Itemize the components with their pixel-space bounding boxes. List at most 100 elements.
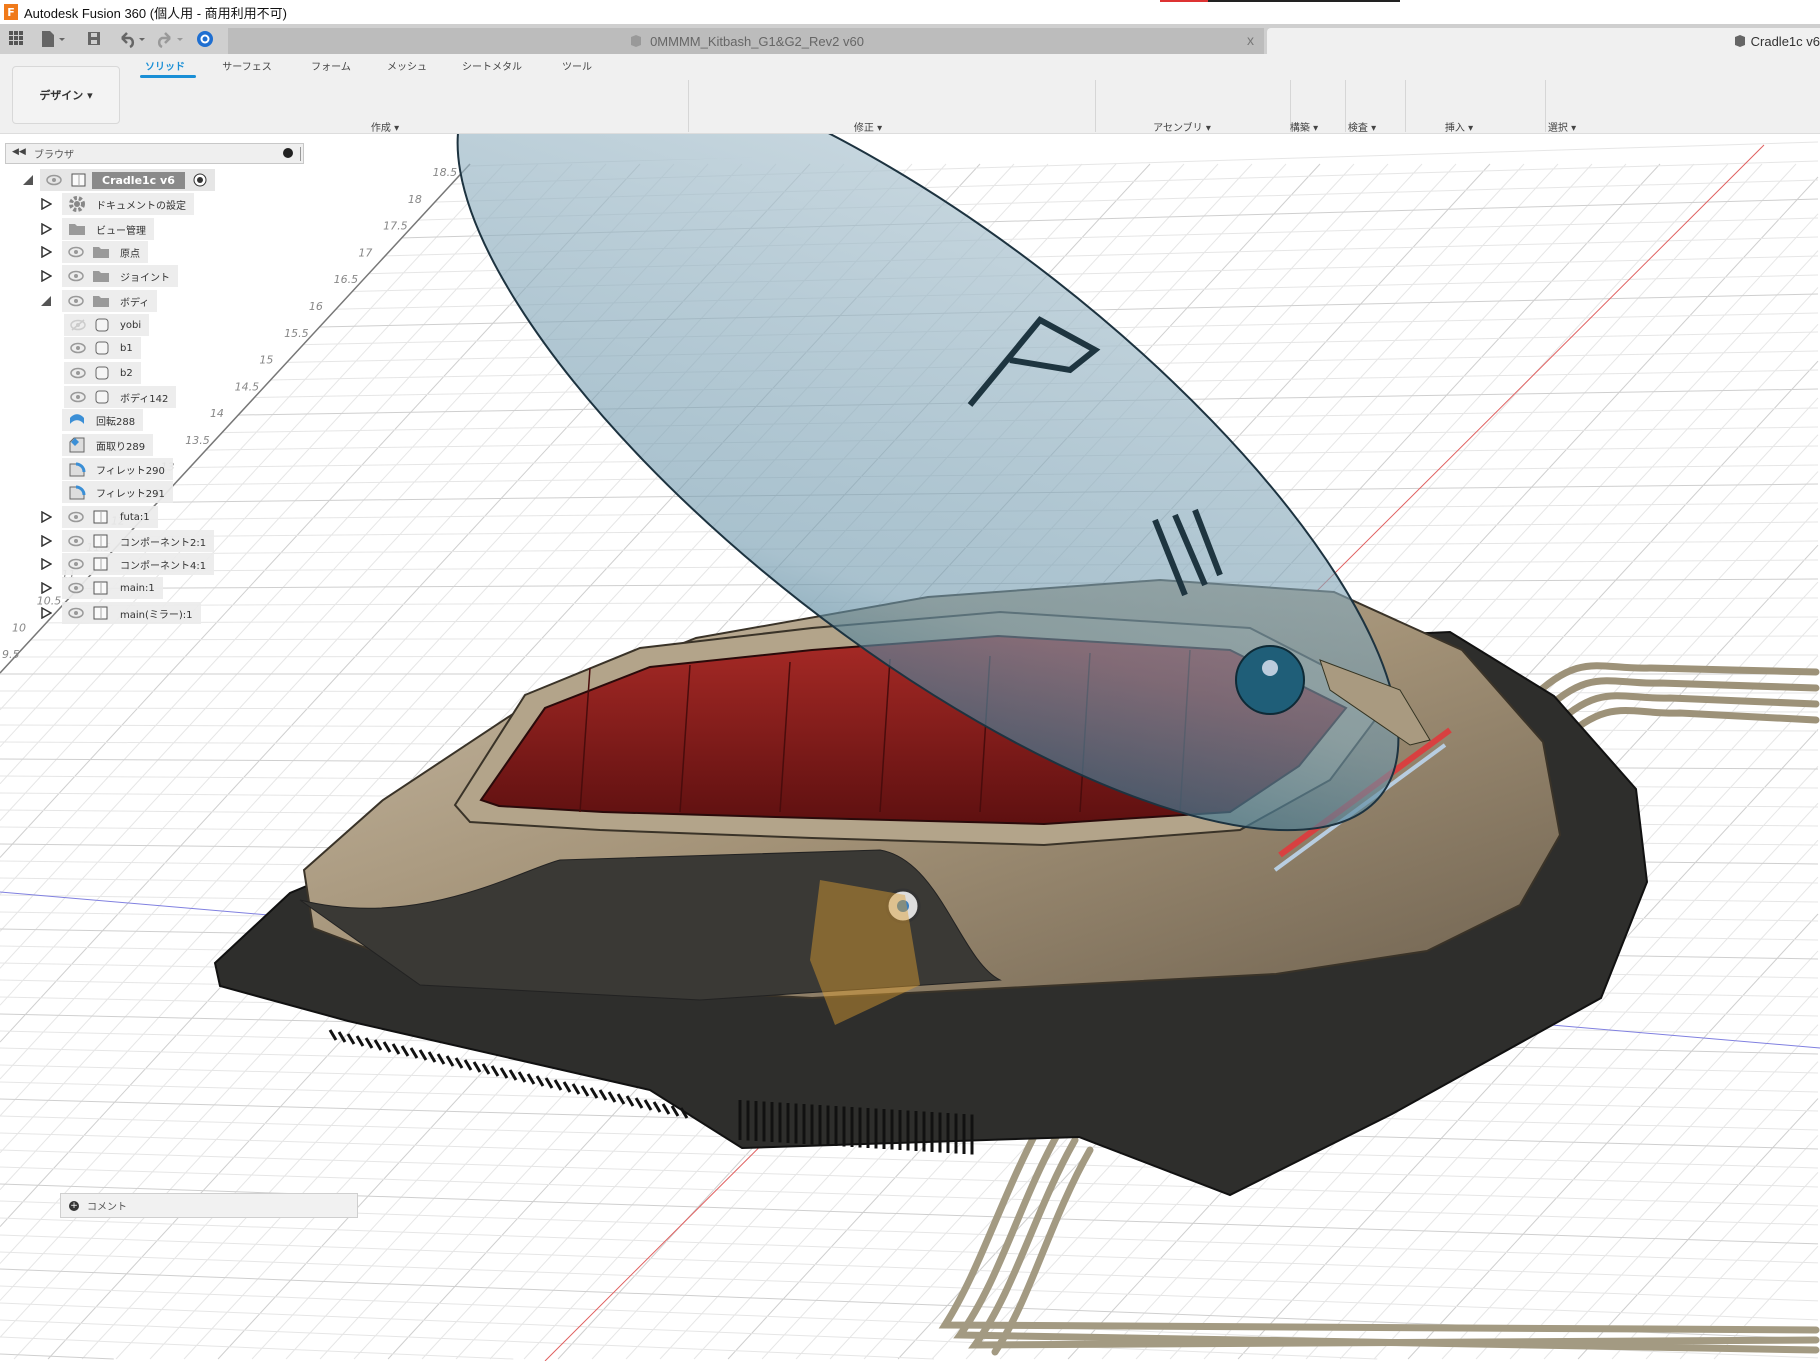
browser-item[interactable]: yobi bbox=[0, 314, 300, 336]
group-menu-5[interactable]: 挿入 ▾ bbox=[1445, 119, 1473, 134]
eye-icon[interactable] bbox=[68, 582, 84, 594]
expand-arrow-icon[interactable] bbox=[40, 269, 53, 283]
eye-icon[interactable] bbox=[70, 367, 86, 379]
fillet-icon[interactable] bbox=[704, 80, 740, 116]
redo-icon[interactable] bbox=[156, 30, 186, 48]
job-status-icon[interactable] bbox=[196, 30, 214, 48]
browser-item-content[interactable]: Cradle1c v6 bbox=[40, 169, 215, 191]
browser-item-content[interactable]: main(ミラー):1 bbox=[62, 602, 201, 624]
undo-icon[interactable] bbox=[118, 30, 148, 48]
emboss-icon[interactable] bbox=[435, 80, 471, 116]
expand-arrow-icon[interactable] bbox=[40, 581, 53, 595]
group-menu-4[interactable]: 検査 ▾ bbox=[1348, 119, 1376, 134]
add-comment-icon[interactable]: + bbox=[69, 1200, 79, 1211]
expand-arrow-icon[interactable] bbox=[40, 197, 53, 211]
eye-icon[interactable] bbox=[68, 246, 84, 258]
loft-icon[interactable] bbox=[306, 80, 342, 116]
browser-item-content[interactable]: ジョイント bbox=[62, 265, 178, 287]
browser-item[interactable]: ボディ142 bbox=[0, 386, 300, 408]
move-icon[interactable] bbox=[877, 80, 913, 116]
minimize-panel-icon[interactable] bbox=[283, 148, 293, 158]
tab-0[interactable]: ソリッド bbox=[145, 58, 185, 73]
group-menu-1[interactable]: 修正 ▾ bbox=[854, 119, 882, 134]
group-menu-6[interactable]: 選択 ▾ bbox=[1548, 119, 1576, 134]
browser-item[interactable]: ボディ bbox=[0, 290, 300, 312]
as-built-joint-icon[interactable] bbox=[1188, 80, 1224, 116]
tab-5[interactable]: ツール bbox=[562, 58, 592, 73]
browser-item[interactable]: 原点 bbox=[0, 241, 300, 263]
browser-item[interactable]: コンポーネント2:1 bbox=[0, 530, 300, 552]
align-icon[interactable] bbox=[920, 80, 956, 116]
select-icon[interactable] bbox=[1545, 80, 1581, 116]
tab-2[interactable]: フォーム bbox=[311, 58, 351, 73]
eye-icon[interactable] bbox=[68, 535, 84, 547]
expand-arrow-icon[interactable] bbox=[40, 510, 53, 524]
comment-panel[interactable]: + コメント bbox=[60, 1193, 358, 1218]
browser-item[interactable]: main(ミラー):1 bbox=[0, 602, 300, 624]
shell-icon[interactable] bbox=[790, 80, 826, 116]
decal-icon[interactable] bbox=[1447, 80, 1483, 116]
draft-icon[interactable] bbox=[834, 80, 870, 116]
browser-item[interactable]: futa:1 bbox=[0, 506, 300, 528]
eye-icon[interactable] bbox=[68, 295, 84, 307]
save-icon[interactable] bbox=[86, 30, 102, 48]
tab-3[interactable]: メッシュ bbox=[387, 58, 427, 73]
tab-1[interactable]: サーフェス bbox=[222, 58, 271, 73]
new-sketch-icon[interactable] bbox=[133, 80, 169, 116]
joint-icon[interactable] bbox=[1144, 80, 1180, 116]
extrude-icon[interactable] bbox=[176, 80, 212, 116]
eye-icon[interactable] bbox=[70, 391, 86, 403]
browser-item-content[interactable]: コンポーネント2:1 bbox=[62, 530, 215, 552]
collapse-arrow-icon[interactable] bbox=[22, 174, 34, 186]
browser-item[interactable]: b1 bbox=[0, 337, 300, 359]
browser-item-content[interactable]: ビュー管理 bbox=[62, 218, 154, 240]
close-tab-icon[interactable]: x bbox=[1247, 32, 1254, 48]
collapse-panel-icon[interactable]: ◀◀ bbox=[12, 147, 26, 157]
browser-item[interactable]: main:1 bbox=[0, 577, 300, 599]
expand-arrow-icon[interactable] bbox=[40, 557, 53, 571]
browser-item[interactable]: コンポーネント4:1 bbox=[0, 553, 300, 575]
browser-item[interactable]: ジョイント bbox=[0, 265, 300, 287]
browser-item[interactable]: フィレット291 bbox=[0, 481, 300, 503]
new-component-icon[interactable] bbox=[1100, 80, 1136, 116]
group-menu-2[interactable]: アセンブリ ▾ bbox=[1153, 119, 1211, 134]
combine-icon[interactable] bbox=[963, 80, 999, 116]
browser-item[interactable]: ビュー管理 bbox=[0, 218, 300, 240]
sweep-icon[interactable] bbox=[263, 80, 299, 116]
eye-icon[interactable] bbox=[68, 558, 84, 570]
eye-icon[interactable] bbox=[68, 511, 84, 523]
browser-item[interactable]: 面取り289 bbox=[0, 434, 300, 456]
browser-item-content[interactable]: 面取り289 bbox=[62, 434, 154, 456]
browser-item-content[interactable]: ドキュメントの設定 bbox=[62, 193, 194, 215]
tab-4[interactable]: シートメタル bbox=[462, 58, 522, 73]
offset-plane-icon[interactable] bbox=[1287, 80, 1323, 116]
measure-icon[interactable] bbox=[1346, 80, 1382, 116]
browser-item-content[interactable]: フィレット291 bbox=[62, 481, 173, 503]
eye-icon[interactable] bbox=[68, 607, 84, 619]
browser-item-content[interactable]: futa:1 bbox=[62, 506, 158, 528]
activate-component-radio[interactable] bbox=[193, 173, 207, 187]
eye-icon[interactable] bbox=[70, 342, 86, 354]
hole-icon[interactable] bbox=[479, 80, 515, 116]
pipe-icon[interactable] bbox=[522, 80, 558, 116]
insert-svg-icon[interactable] bbox=[1405, 80, 1441, 116]
workspace-switcher-button[interactable]: デザイン ▾ bbox=[12, 66, 120, 124]
browser-item-content[interactable]: main:1 bbox=[62, 577, 163, 599]
eye-hidden-icon[interactable] bbox=[70, 319, 86, 331]
browser-item-content[interactable]: 原点 bbox=[62, 241, 148, 263]
file-icon[interactable] bbox=[40, 30, 66, 48]
browser-item-content[interactable]: b2 bbox=[64, 362, 141, 384]
pyramid-icon[interactable] bbox=[608, 80, 644, 116]
browser-item-content[interactable]: yobi bbox=[64, 314, 150, 336]
expand-arrow-icon[interactable] bbox=[40, 606, 53, 620]
chamfer-icon[interactable] bbox=[747, 80, 783, 116]
rib-icon[interactable] bbox=[348, 80, 384, 116]
grid-icon[interactable] bbox=[8, 30, 24, 48]
browser-item[interactable]: b2 bbox=[0, 362, 300, 384]
press-pull-icon[interactable] bbox=[661, 80, 697, 116]
browser-item-content[interactable]: ボディ142 bbox=[64, 386, 177, 408]
browser-item-content[interactable]: フィレット290 bbox=[62, 458, 173, 480]
document-tab[interactable]: 0MMMM_Kitbash_G1&G2_Rev2 v60 x bbox=[228, 28, 1264, 54]
browser-item-content[interactable]: ボディ bbox=[62, 290, 158, 312]
canvas-icon[interactable] bbox=[1489, 80, 1525, 116]
